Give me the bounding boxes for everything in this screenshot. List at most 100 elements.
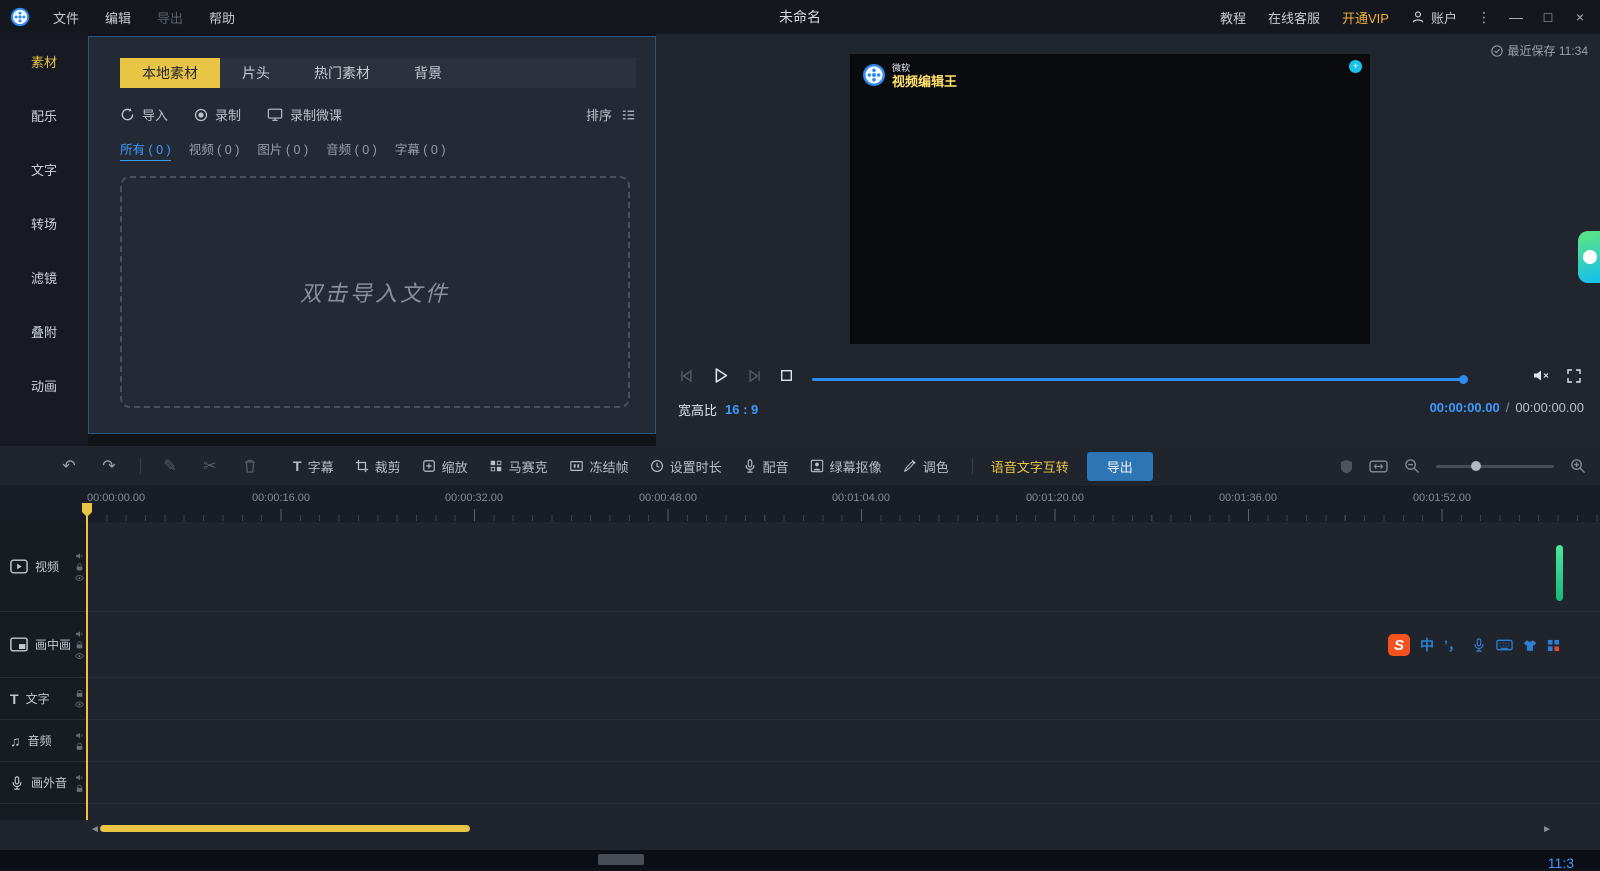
- stop-button[interactable]: [778, 367, 795, 384]
- record-button[interactable]: 录制: [194, 105, 241, 124]
- filter-all[interactable]: 所有 ( 0 ): [120, 139, 171, 161]
- close-button[interactable]: ×: [1564, 0, 1596, 34]
- track-lock-icon[interactable]: [75, 640, 84, 649]
- filter-audio[interactable]: 音频 ( 0 ): [326, 139, 377, 161]
- timeline-zoom-slider[interactable]: [1436, 465, 1554, 468]
- fit-timeline-button[interactable]: [1369, 459, 1388, 474]
- zoom-slider-handle[interactable]: [1471, 461, 1481, 471]
- tool-green-screen[interactable]: 绿幕抠像: [810, 457, 882, 476]
- minimize-button[interactable]: —: [1500, 0, 1532, 34]
- pip-track-label: 画中画: [35, 636, 71, 653]
- volume-button[interactable]: [1532, 368, 1550, 384]
- playhead-line[interactable]: [86, 506, 88, 820]
- text-track-header[interactable]: T 文字: [0, 678, 88, 719]
- tool-color-grade[interactable]: 调色: [903, 457, 949, 476]
- menu-file[interactable]: 文件: [40, 8, 92, 27]
- tutorial-link[interactable]: 教程: [1209, 8, 1257, 27]
- taskbar-clock[interactable]: 11:3: [1548, 855, 1574, 871]
- voiceover-track-lane[interactable]: [88, 762, 1600, 803]
- progress-handle[interactable]: [1459, 375, 1468, 384]
- sidebar-item-music[interactable]: 配乐: [0, 88, 88, 142]
- scroll-left-arrow[interactable]: ◄: [90, 824, 100, 835]
- record-course-button[interactable]: 录制微课: [267, 105, 342, 124]
- undo-button[interactable]: ↶: [58, 455, 80, 477]
- titlebar-right: 教程 在线客服 开通VIP 账户 ⋮ — □ ×: [1209, 0, 1600, 34]
- previous-frame-button[interactable]: [678, 367, 696, 385]
- import-dropzone[interactable]: 双击导入文件: [120, 176, 630, 408]
- floating-assistant-widget[interactable]: [1578, 231, 1600, 283]
- audio-track-lane[interactable]: [88, 720, 1600, 761]
- more-menu-button[interactable]: ⋮: [1468, 0, 1500, 34]
- ime-logo[interactable]: S: [1388, 634, 1410, 656]
- menu-edit[interactable]: 编辑: [92, 8, 144, 27]
- online-support-link[interactable]: 在线客服: [1257, 8, 1331, 27]
- filter-image[interactable]: 图片 ( 0 ): [257, 139, 308, 161]
- audio-track-header[interactable]: ♫ 音频: [0, 720, 88, 761]
- track-mute-icon[interactable]: [75, 551, 84, 560]
- track-visibility-icon[interactable]: [75, 700, 84, 709]
- ime-language-toggle[interactable]: 中: [1420, 635, 1434, 655]
- track-lock-icon[interactable]: [75, 689, 84, 698]
- sidebar-item-animation[interactable]: 动画: [0, 358, 88, 412]
- export-button[interactable]: 导出: [1087, 452, 1153, 481]
- zoom-out-button[interactable]: [1404, 458, 1420, 474]
- tool-crop[interactable]: 裁剪: [355, 457, 401, 476]
- track-mute-icon[interactable]: [75, 773, 84, 782]
- video-track-lane[interactable]: [88, 522, 1600, 611]
- sidebar-item-transition[interactable]: 转场: [0, 196, 88, 250]
- playback-progress-bar[interactable]: [812, 378, 1464, 381]
- video-track-header[interactable]: 视频: [0, 522, 88, 611]
- tab-popular-media[interactable]: 热门素材: [292, 58, 392, 88]
- tool-dubbing[interactable]: 配音: [743, 457, 789, 476]
- ime-punctuation-toggle[interactable]: ’，: [1444, 635, 1462, 655]
- edge-scroll-indicator[interactable]: [1556, 545, 1563, 601]
- vip-button[interactable]: 开通VIP: [1331, 8, 1400, 27]
- play-button[interactable]: [711, 366, 730, 385]
- menu-help[interactable]: 帮助: [196, 8, 248, 27]
- fullscreen-button[interactable]: [1566, 368, 1582, 384]
- tool-subtitle[interactable]: T 字幕: [293, 457, 334, 476]
- sidebar-item-filter[interactable]: 滤镜: [0, 250, 88, 304]
- tab-background[interactable]: 背景: [392, 58, 464, 88]
- tab-local-media[interactable]: 本地素材: [120, 58, 220, 88]
- tab-intro[interactable]: 片头: [220, 58, 292, 88]
- track-visibility-icon[interactable]: [75, 651, 84, 660]
- taskbar-item[interactable]: [598, 854, 644, 865]
- speech-text-button[interactable]: 语音文字互转: [991, 457, 1069, 476]
- zoom-in-button[interactable]: [1570, 458, 1586, 474]
- tool-scale[interactable]: 缩放: [422, 457, 468, 476]
- aspect-ratio-control[interactable]: 宽高比 16 : 9: [678, 400, 758, 419]
- ime-keyboard-button[interactable]: [1496, 638, 1513, 652]
- track-lock-icon[interactable]: [75, 562, 84, 571]
- ime-skin-button[interactable]: [1523, 639, 1537, 652]
- horizontal-scrollbar[interactable]: [100, 825, 470, 832]
- sidebar-item-overlay[interactable]: 叠附: [0, 304, 88, 358]
- pip-track-header[interactable]: 画中画: [0, 612, 88, 677]
- pip-track-lane[interactable]: [88, 612, 1600, 677]
- ime-toolbox-button[interactable]: [1547, 639, 1560, 652]
- text-track-lane[interactable]: [88, 678, 1600, 719]
- next-frame-button[interactable]: [745, 367, 763, 385]
- sort-button[interactable]: 排序: [586, 105, 636, 124]
- account-button[interactable]: 账户: [1400, 8, 1468, 27]
- import-button[interactable]: 导入: [120, 105, 168, 124]
- track-visibility-icon[interactable]: [75, 573, 84, 582]
- timeline-ruler[interactable]: 00:00:00.00 00:00:16.00 00:00:32.00 00:0…: [0, 486, 1600, 522]
- filter-video[interactable]: 视频 ( 0 ): [189, 139, 240, 161]
- tool-mosaic[interactable]: 马赛克: [489, 457, 548, 476]
- scroll-right-arrow[interactable]: ►: [1542, 824, 1552, 835]
- maximize-button[interactable]: □: [1532, 0, 1564, 34]
- sidebar-item-media[interactable]: 素材: [0, 34, 88, 88]
- track-mute-icon[interactable]: [75, 629, 84, 638]
- tool-set-duration[interactable]: 设置时长: [650, 457, 722, 476]
- redo-button[interactable]: ↷: [98, 455, 120, 477]
- ime-voice-button[interactable]: [1472, 638, 1486, 652]
- sidebar-item-text[interactable]: 文字: [0, 142, 88, 196]
- track-lock-icon[interactable]: [75, 784, 84, 793]
- track-mute-icon[interactable]: [75, 731, 84, 740]
- filter-subtitle[interactable]: 字幕 ( 0 ): [395, 139, 446, 161]
- track-lock-icon[interactable]: [75, 742, 84, 751]
- screen-record-icon: [267, 107, 283, 122]
- voiceover-track-header[interactable]: 画外音: [0, 762, 88, 803]
- tool-freeze-frame[interactable]: 冻结帧: [569, 457, 629, 476]
